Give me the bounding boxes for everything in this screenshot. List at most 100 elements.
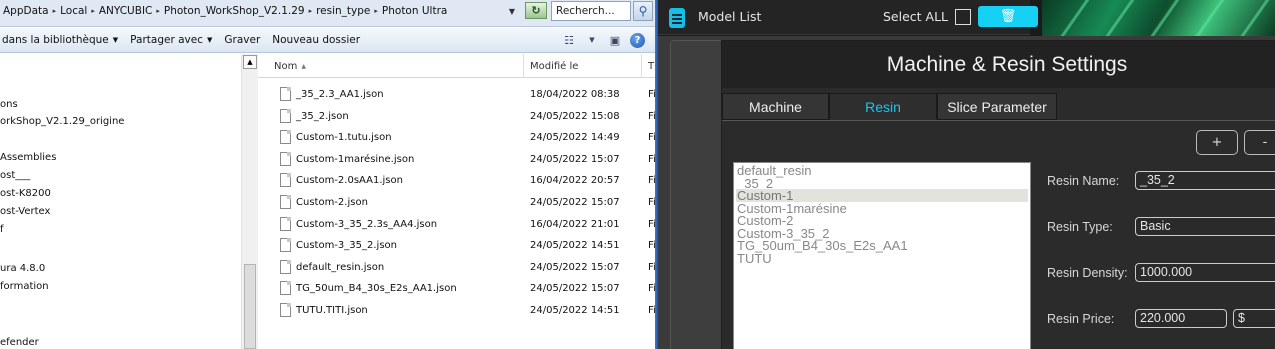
- file-icon: [280, 303, 291, 317]
- delete-button[interactable]: 🗑: [978, 6, 1038, 27]
- chevron-down-icon: ▼: [112, 36, 119, 44]
- resin-list[interactable]: default_resin _35_2 Custom-1 Custom-1marési…: [733, 162, 1031, 349]
- photon-workshop-app: Model List Select ALL 🗑 Machine & Resin …: [658, 0, 1275, 349]
- file-row[interactable]: Custom-2.json 24/05/2022 15:07 Fi: [258, 193, 655, 214]
- nav-item[interactable]: Assemblies: [0, 152, 56, 163]
- file-row[interactable]: _35_2.3_AA1.json 18/04/2022 08:38 Fi: [258, 85, 655, 106]
- file-modified: 16/04/2022 20:57: [530, 175, 620, 187]
- nav-item[interactable]: ost-Vertex: [0, 206, 50, 217]
- include-in-library-menu[interactable]: dans la bibliothèque ▼: [0, 34, 124, 46]
- menu-label: Graver: [224, 34, 261, 46]
- file-row[interactable]: _35_2.json 24/05/2022 15:08 Fi: [258, 107, 655, 128]
- file-row[interactable]: Custom-3_35_2.json 24/05/2022 14:51 Fi: [258, 236, 655, 257]
- breadcrumb-item[interactable]: ANYCUBIC: [96, 5, 156, 17]
- remove-resin-button[interactable]: -: [1244, 130, 1275, 155]
- share-with-menu[interactable]: Partager avec ▼: [124, 34, 218, 46]
- column-header-name[interactable]: Nom ▲: [268, 54, 524, 78]
- resin-type-select[interactable]: Basic: [1135, 217, 1275, 236]
- file-row[interactable]: Custom-2.0sAA1.json 16/04/2022 20:57 Fi: [258, 171, 655, 192]
- breadcrumb-item[interactable]: resin_type: [313, 5, 373, 17]
- file-row[interactable]: Custom-1.tutu.json 24/05/2022 14:49 Fi: [258, 128, 655, 149]
- column-label: T: [648, 60, 655, 72]
- nav-item[interactable]: ost___: [0, 170, 30, 181]
- file-type: Fi: [648, 218, 655, 230]
- scroll-thumb[interactable]: [244, 264, 256, 349]
- resin-price-input[interactable]: 220.000: [1135, 309, 1227, 328]
- breadcrumb-item[interactable]: Photon Ultra: [379, 5, 450, 17]
- column-header-type[interactable]: T: [642, 54, 655, 78]
- add-resin-button[interactable]: +: [1196, 130, 1238, 155]
- file-type: Fi: [648, 261, 655, 273]
- scroll-up-icon[interactable]: ▲: [243, 55, 257, 69]
- column-header-modified[interactable]: Modifié le: [524, 54, 642, 78]
- chevron-down-icon: ▼: [207, 36, 213, 44]
- help-icon[interactable]: ?: [630, 32, 645, 48]
- settings-dialog: Machine & Resin Settings Machine Resin S…: [721, 40, 1275, 349]
- file-row[interactable]: Custom-3_35_2.3s_AA4.json 16/04/2022 21:0…: [258, 215, 655, 236]
- nav-item[interactable]: f: [0, 224, 4, 235]
- file-modified: 24/05/2022 14:49: [530, 132, 620, 144]
- refresh-button[interactable]: ↻: [525, 2, 547, 19]
- resin-list-item[interactable]: TG_50um_B4_30s_E2s_AA1: [736, 239, 1028, 252]
- nav-item[interactable]: orkShop_V2.1.29_origine: [0, 116, 124, 127]
- file-modified: 24/05/2022 15:07: [530, 197, 620, 208]
- file-modified: 18/04/2022 08:38: [530, 89, 620, 100]
- nav-item[interactable]: ura 4.8.0: [0, 263, 45, 274]
- column-label: Modifié le: [530, 60, 579, 72]
- search-icon[interactable]: ⚲: [633, 1, 653, 21]
- menu-label: Nouveau dossier: [272, 34, 361, 46]
- burn-button[interactable]: Graver: [218, 34, 266, 46]
- chevron-down-icon[interactable]: ▼: [584, 32, 600, 48]
- file-row[interactable]: Custom-1marésine.json 24/05/2022 15:07 Fi: [258, 150, 655, 171]
- address-dropdown-icon[interactable]: ▼: [506, 3, 518, 19]
- resin-list-item[interactable]: default_resin: [736, 164, 1028, 177]
- nav-item[interactable]: formation: [0, 281, 49, 292]
- breadcrumb-item[interactable]: Photon_WorkShop_V2.1.29: [161, 5, 308, 17]
- file-icon: [280, 87, 291, 101]
- file-row[interactable]: TG_50um_B4_30s_E2s_AA1.json 24/05/2022 15…: [258, 279, 655, 300]
- command-bar: dans la bibliothèque ▼ Partager avec ▼ Gra…: [0, 28, 655, 53]
- breadcrumb-item[interactable]: Local: [57, 5, 90, 17]
- column-label: Nom: [274, 60, 298, 72]
- file-row[interactable]: default_resin.json 24/05/2022 15:07 Fi: [258, 258, 655, 279]
- refresh-icon: ↻: [531, 4, 541, 17]
- nav-item[interactable]: ons: [0, 99, 18, 110]
- file-type: Fi: [648, 283, 655, 295]
- explorer-window: AppData ▸ Local ▸ ANYCUBIC ▸ Photon_Work…: [0, 0, 655, 349]
- file-type: Fi: [648, 89, 655, 100]
- sort-ascending-icon: ▲: [301, 62, 306, 70]
- tab-resin[interactable]: Resin: [829, 93, 937, 120]
- new-folder-button[interactable]: Nouveau dossier: [266, 34, 366, 46]
- file-modified: 16/04/2022 21:01: [530, 218, 620, 230]
- resin-list-item[interactable]: TUTU: [736, 252, 1028, 265]
- breadcrumb[interactable]: AppData ▸ Local ▸ ANYCUBIC ▸ Photon_Work…: [0, 0, 500, 22]
- search-input[interactable]: Recherch...: [551, 1, 631, 21]
- file-icon: [280, 259, 291, 274]
- tab-slice-parameter[interactable]: Slice Parameter: [937, 93, 1057, 120]
- resin-density-input[interactable]: 1000.000: [1135, 263, 1275, 282]
- resin-density-label: Resin Density:: [1047, 266, 1128, 280]
- resin-name-input[interactable]: _35_2: [1135, 171, 1275, 190]
- currency-select[interactable]: $: [1233, 309, 1275, 328]
- breadcrumb-item[interactable]: AppData: [0, 5, 52, 17]
- file-row[interactable]: TUTU.TITI.json 24/05/2022 14:51 Fi: [258, 301, 655, 322]
- select-all-label: Select ALL: [883, 9, 949, 24]
- select-all-checkbox[interactable]: [955, 9, 971, 25]
- file-name: Custom-3_35_2.3s_AA4.json: [296, 218, 438, 230]
- nav-scrollbar[interactable]: ▲: [241, 54, 258, 349]
- nav-item[interactable]: efender: [0, 337, 39, 348]
- file-list: Nom ▲ Modifié le T _35_2.3_AA1.json 18/04/…: [258, 54, 655, 349]
- resin-price-label: Resin Price:: [1047, 312, 1115, 326]
- resin-name-label: Resin Name:: [1047, 174, 1120, 188]
- preview-pane-icon[interactable]: ▣: [607, 32, 623, 48]
- file-name: _35_2.json: [296, 110, 349, 122]
- tab-machine[interactable]: Machine: [722, 93, 829, 120]
- tab-divider: [722, 120, 1275, 121]
- banner-image: [1042, 0, 1275, 36]
- change-view-icon[interactable]: ☷: [561, 32, 577, 48]
- tab-bar: Machine Resin Slice Parameter: [722, 93, 1275, 121]
- address-bar: AppData ▸ Local ▸ ANYCUBIC ▸ Photon_Work…: [0, 0, 655, 27]
- file-icon: [280, 281, 291, 296]
- nav-item[interactable]: ost-K8200: [0, 188, 51, 199]
- file-modified: 24/05/2022 14:51: [530, 305, 620, 316]
